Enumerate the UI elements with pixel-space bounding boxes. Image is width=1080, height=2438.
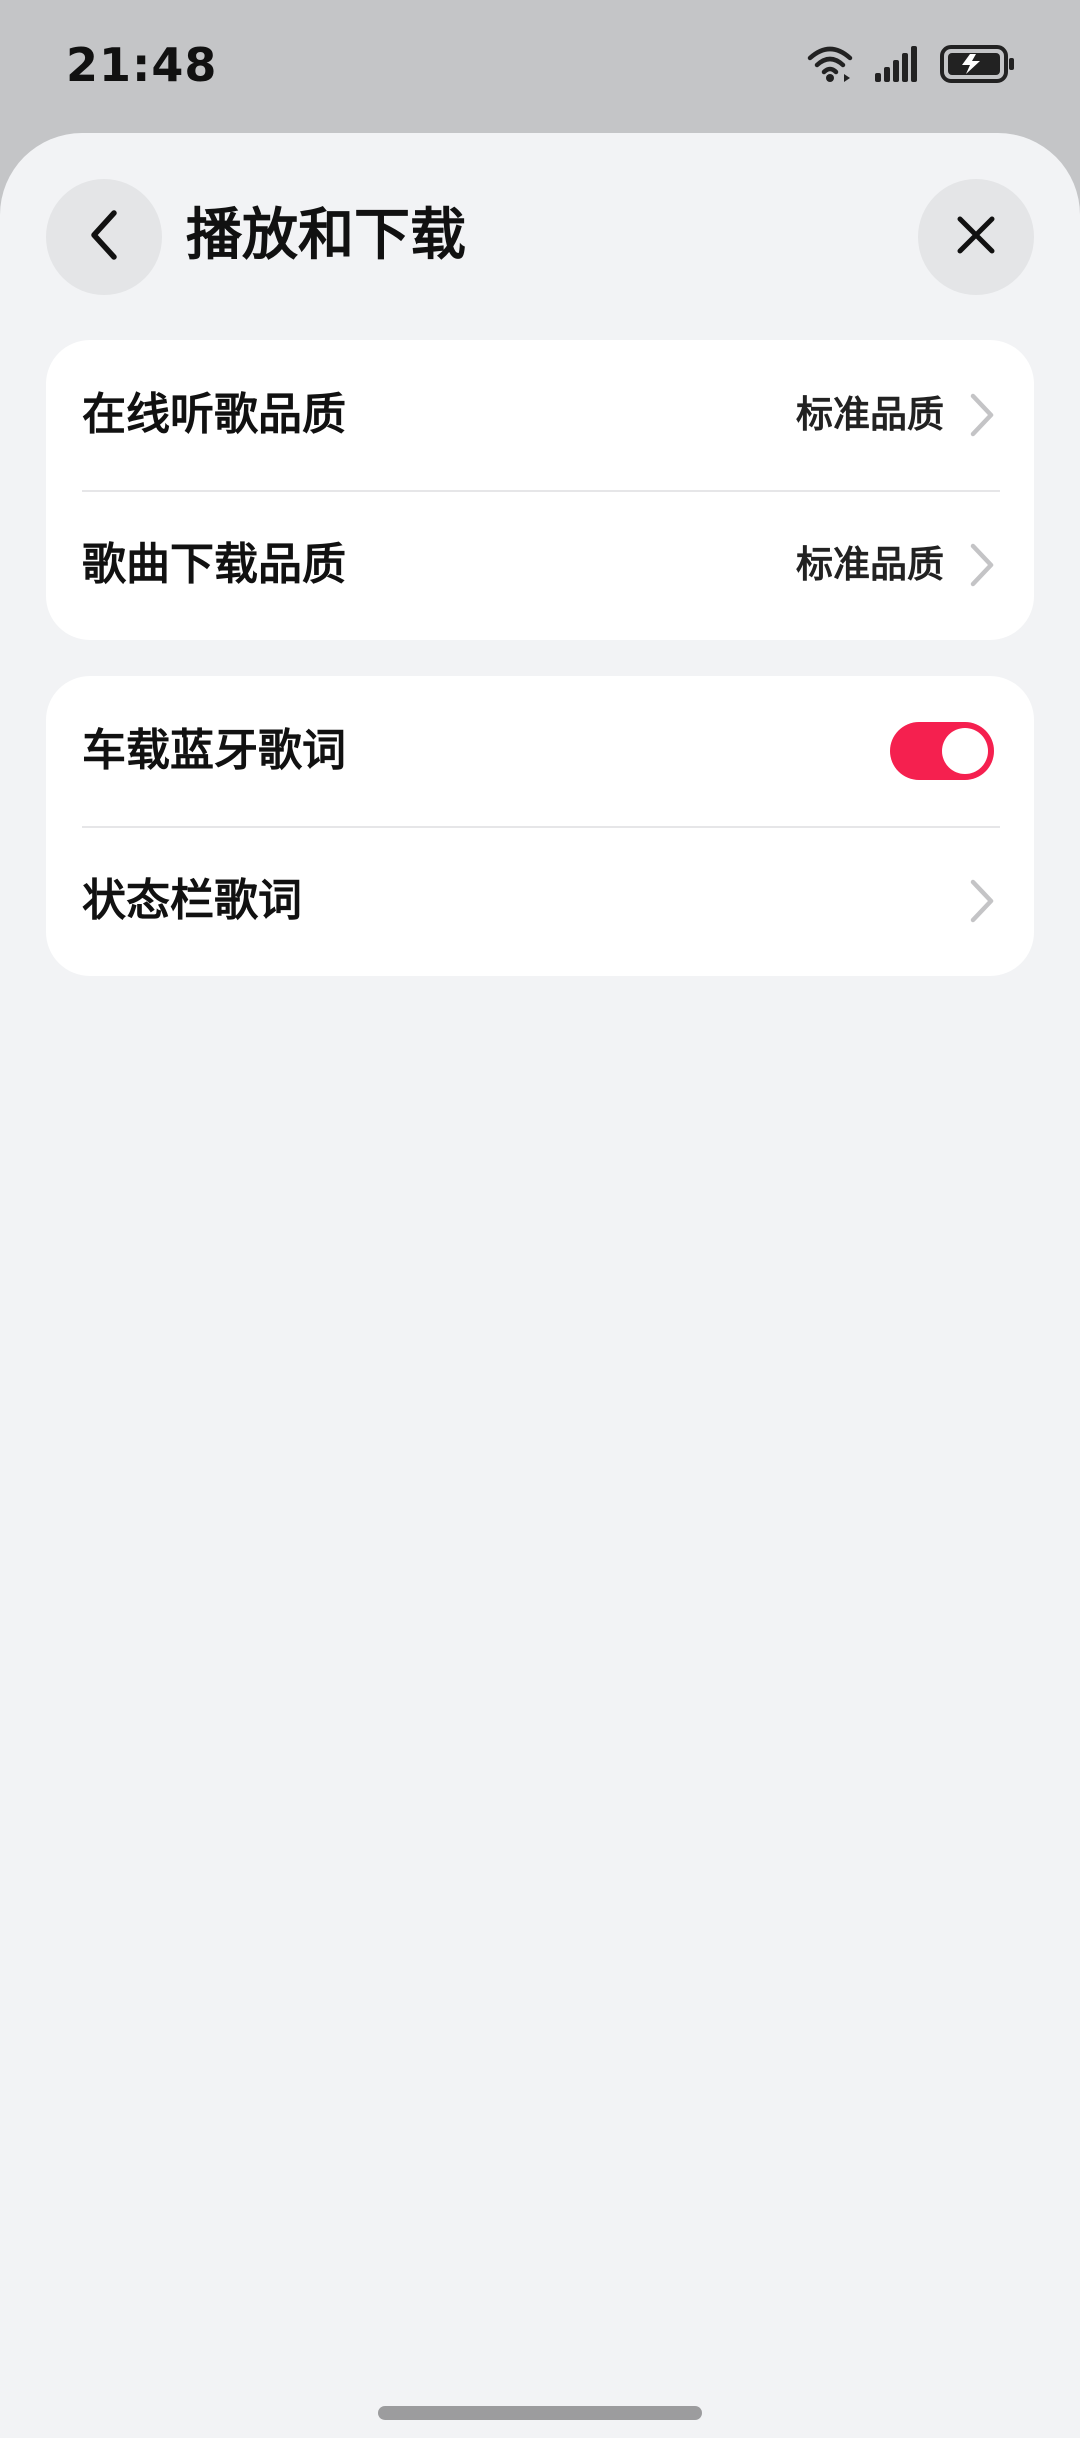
status-time: 21:48 [66, 38, 218, 92]
status-bar: 21:48 [0, 0, 1080, 134]
online-quality-label: 在线听歌品质 [82, 389, 346, 440]
settings-sheet: 播放和下载 在线听歌品质 标准品质 歌曲下载品质 标准品质 车载蓝牙歌词 状态栏… [0, 133, 1080, 2438]
online-quality-value: 标准品质 [796, 393, 944, 436]
car-bluetooth-lyrics-label: 车载蓝牙歌词 [82, 725, 346, 776]
status-bar-lyrics-row[interactable]: 状态栏歌词 [46, 826, 1034, 976]
close-button[interactable] [918, 179, 1034, 295]
car-bluetooth-lyrics-toggle[interactable] [890, 722, 994, 780]
car-bluetooth-lyrics-row: 车载蓝牙歌词 [46, 676, 1034, 826]
chevron-right-icon [962, 540, 1002, 590]
back-button[interactable] [46, 179, 162, 295]
download-quality-value: 标准品质 [796, 543, 944, 586]
wifi-icon [806, 44, 854, 88]
download-quality-label: 歌曲下载品质 [82, 539, 346, 590]
lyrics-settings-card: 车载蓝牙歌词 状态栏歌词 [46, 676, 1034, 976]
chevron-right-icon [962, 390, 1002, 440]
close-icon [954, 213, 998, 261]
quality-settings-card: 在线听歌品质 标准品质 歌曲下载品质 标准品质 [46, 340, 1034, 640]
status-bar-lyrics-label: 状态栏歌词 [82, 875, 302, 926]
page-title: 播放和下载 [186, 203, 466, 268]
toggle-knob [942, 728, 988, 774]
status-icons [806, 44, 1016, 88]
header: 播放和下载 [0, 133, 1080, 343]
download-quality-row[interactable]: 歌曲下载品质 标准品质 [46, 490, 1034, 640]
chevron-left-icon [84, 207, 124, 267]
home-indicator[interactable] [378, 2406, 702, 2420]
online-quality-row[interactable]: 在线听歌品质 标准品质 [46, 340, 1034, 490]
chevron-right-icon [962, 876, 1002, 926]
signal-icon [874, 45, 920, 87]
battery-charging-icon [940, 45, 1016, 87]
